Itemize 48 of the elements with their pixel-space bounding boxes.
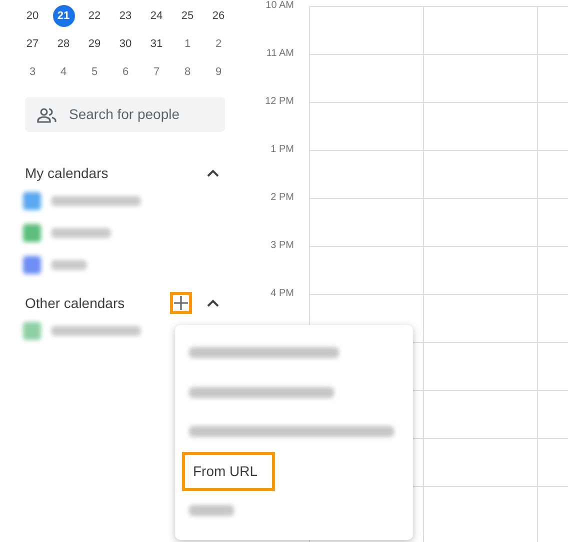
calendar-day[interactable]: 28 xyxy=(57,36,70,52)
calendar-day[interactable]: 20 xyxy=(26,8,39,24)
calendar-day[interactable]: 2 xyxy=(215,36,222,52)
calendar-day[interactable]: 22 xyxy=(88,8,101,24)
calendar-day[interactable]: 4 xyxy=(60,64,67,80)
calendar-day[interactable]: 8 xyxy=(184,64,191,80)
time-label: 1 PM xyxy=(270,144,294,156)
calendar-day[interactable]: 5 xyxy=(91,64,98,80)
chevron-icon[interactable] xyxy=(207,299,219,307)
search-placeholder: Search for people xyxy=(69,105,180,124)
blurred-menu-item[interactable] xyxy=(189,505,234,516)
calendar-checkbox[interactable] xyxy=(23,192,41,210)
calendar-day[interactable]: 31 xyxy=(150,36,163,52)
blurred-menu-item[interactable] xyxy=(189,347,339,358)
blurred-label xyxy=(51,228,111,238)
chevron-icon[interactable] xyxy=(207,169,219,177)
calendar-checkbox[interactable] xyxy=(23,224,41,242)
add-button[interactable] xyxy=(170,292,192,314)
time-label: 10 AM xyxy=(266,0,294,12)
time-label: 11 AM xyxy=(266,48,294,60)
blurred-menu-item[interactable] xyxy=(189,386,334,398)
time-label: 2 PM xyxy=(270,192,294,204)
calendar-day[interactable]: 25 xyxy=(181,8,194,24)
plus-icon xyxy=(174,296,188,310)
calendar-day[interactable]: 30 xyxy=(119,36,132,52)
calendar-day[interactable]: 26 xyxy=(212,8,225,24)
time-label: 3 PM xyxy=(270,240,294,252)
calendar-day[interactable]: 1 xyxy=(184,36,191,52)
calendar-day[interactable]: 23 xyxy=(119,8,132,24)
people-icon xyxy=(37,106,57,122)
time-label: 12 PM xyxy=(265,96,294,108)
search-field[interactable]: Search for people xyxy=(25,97,225,132)
calendar-day[interactable]: 24 xyxy=(150,8,163,24)
calendar-day[interactable]: 29 xyxy=(88,36,101,52)
blurred-menu-item[interactable] xyxy=(189,426,394,438)
section-title: My calendars xyxy=(25,164,110,183)
section-title: Other calendars xyxy=(25,294,126,312)
calendar-day[interactable]: 6 xyxy=(122,64,129,80)
calendar-day[interactable]: 3 xyxy=(29,64,36,80)
menu-item[interactable]: From URL xyxy=(182,452,275,491)
calendar-day[interactable]: 21 xyxy=(52,5,74,27)
blurred-label xyxy=(51,260,87,270)
calendar-day[interactable]: 9 xyxy=(215,64,222,80)
calendar-checkbox[interactable] xyxy=(23,322,41,340)
calendar-day[interactable]: 7 xyxy=(153,64,160,80)
calendar-day[interactable]: 27 xyxy=(26,36,39,52)
time-label: 4 PM xyxy=(270,288,294,300)
calendar-checkbox[interactable] xyxy=(23,256,41,274)
